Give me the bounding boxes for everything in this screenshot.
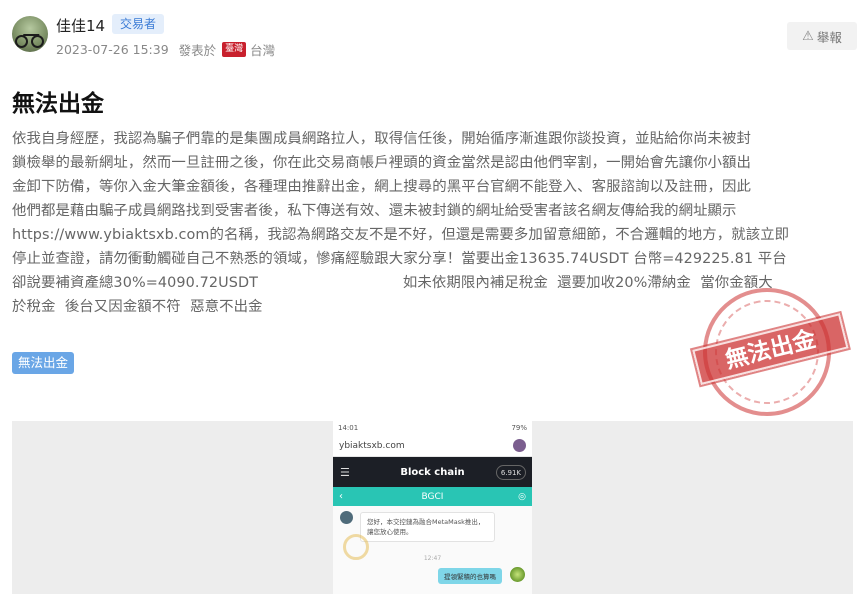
bot-message: 您好，本交控鏈為融合MetaMask推出，讓您放心使用。	[360, 512, 495, 542]
role-badge: 交易者	[112, 14, 165, 34]
status-battery: 79%	[511, 424, 527, 432]
report-label: 舉報	[816, 29, 842, 45]
globe-icon: ◎	[518, 491, 526, 502]
post-location: 台灣	[250, 43, 276, 58]
post-header: 佳佳14 交易者 2023-07-26 15:39 發表於 臺灣 台灣 ⚠ 舉報	[12, 12, 857, 62]
user-message: 提領緊積的也算嗎	[438, 568, 502, 584]
url-text: ybiaktsxb.com	[339, 440, 405, 451]
post-title: 無法出金	[12, 91, 104, 117]
post-meta: 2023-07-26 15:39 發表於 臺灣 台灣	[56, 40, 275, 59]
post-timestamp: 2023-07-26 15:39	[56, 42, 169, 57]
author-name[interactable]: 佳佳14	[56, 15, 105, 36]
report-button[interactable]: ⚠ 舉報	[787, 22, 857, 50]
app-bar: ☰ Block chain 6.91K	[333, 457, 532, 487]
phone-screenshot: 14:01 79% ybiaktsxb.com ☰ Block chain 6.…	[333, 421, 532, 594]
status-time: 14:01	[338, 424, 359, 432]
post-body: 依我自身經歷，我認為騙子們靠的是集團成員網路拉人，取得信任後，開始循序漸進跟你談…	[12, 131, 790, 315]
bot-avatar	[340, 511, 353, 524]
warning-icon: ⚠	[802, 28, 814, 44]
avatar[interactable]	[12, 16, 48, 52]
chat-time: 12:47	[423, 555, 442, 562]
chat-area: 您好，本交控鏈為融合MetaMask推出，讓您放心使用。 12:47 提領緊積的…	[333, 506, 532, 594]
url-bar: ybiaktsxb.com	[333, 435, 532, 457]
back-icon: ‹	[339, 491, 343, 502]
user-avatar	[510, 567, 525, 582]
profile-icon	[513, 439, 526, 452]
posted-label: 發表於	[178, 43, 217, 58]
attached-screenshot[interactable]: 14:01 79% ybiaktsxb.com ☰ Block chain 6.…	[12, 421, 853, 594]
balance-badge: 6.91K	[495, 465, 526, 480]
chat-title: BGCI	[421, 491, 444, 502]
status-bar: 14:01 79%	[333, 421, 532, 435]
flag-icon: 臺灣	[222, 42, 247, 57]
chat-header: ‹ BGCI ◎	[333, 487, 532, 506]
tag-chip[interactable]: 無法出金	[12, 352, 75, 374]
